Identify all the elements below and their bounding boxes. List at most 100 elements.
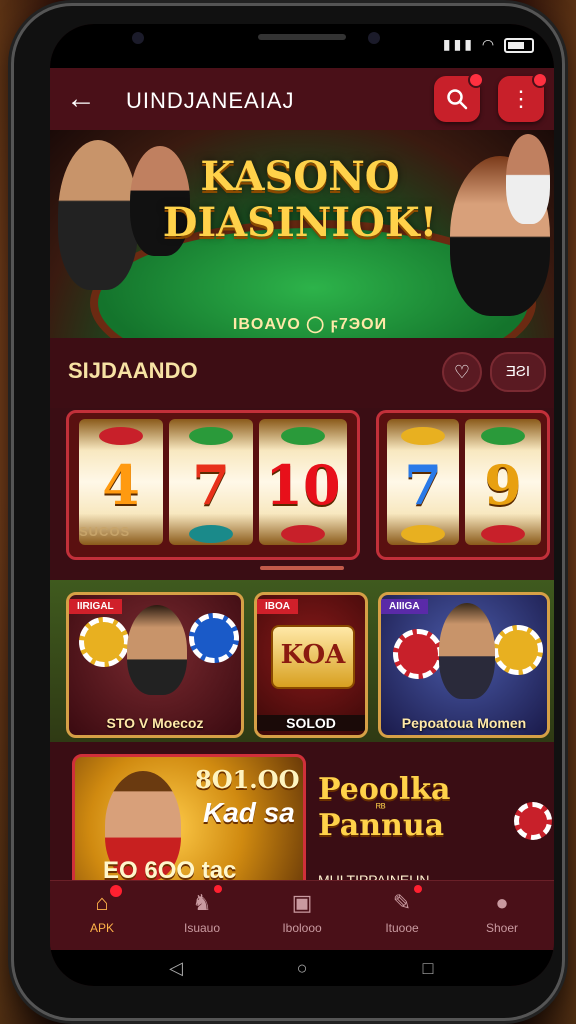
notification-dot — [468, 72, 484, 88]
games-carousel[interactable]: IIRIGAL STO V Moecoz IBOA KOA SOLOD AIII… — [50, 580, 554, 742]
section-header: SIJDAANDO ♡ ƎƧI — [50, 338, 554, 408]
phone-frame: ▮▮▮ ◠ ← UINDJANEAIAJ ⋮ KASONO DIASINIOK!… — [14, 6, 562, 1018]
game-label: STO V Moecoz — [106, 715, 204, 731]
reel-number: 7 — [404, 453, 442, 517]
nav-label: Ibolooo — [282, 921, 322, 935]
slot-symbol — [401, 525, 445, 543]
search-button[interactable] — [434, 72, 484, 122]
host-figure — [127, 605, 187, 695]
game-card[interactable]: IIRIGAL STO V Moecoz — [66, 592, 244, 738]
more-menu-button[interactable]: ⋮ — [498, 72, 548, 122]
hero-banner[interactable]: KASONO DIASINIOK! IBOAVO ◯ ϝ7ЭOИ — [50, 130, 554, 338]
user-icon: ● — [495, 890, 509, 915]
reel-number: 10 — [265, 453, 341, 517]
speaker-notch — [258, 34, 346, 40]
favorite-button[interactable]: ♡ — [442, 352, 482, 392]
more-vertical-icon: ⋮ — [510, 86, 532, 111]
slots-carousel[interactable]: 4 7 10 SUCOS 7 9 — [50, 408, 554, 560]
slot-symbol — [189, 525, 233, 543]
system-back-icon[interactable]: ◁ — [164, 956, 188, 980]
chip-icon — [514, 802, 552, 840]
nav-label: Ituooe — [385, 921, 419, 935]
notification-dot — [414, 885, 422, 893]
status-icons: ▮▮▮ ◠ — [443, 36, 534, 53]
game-label: Pepoatoua Momen — [401, 715, 527, 731]
megaphone-icon: ✎ — [388, 885, 422, 917]
slot-reel: 7 — [387, 419, 459, 545]
slot-reel: 9 — [465, 419, 541, 545]
promo-amount: 8O1.OO — [195, 765, 300, 794]
game-card[interactable]: AIIIGA Pepoatoua Momen — [378, 592, 550, 738]
host-figure — [439, 603, 495, 699]
game-emblem: KOA — [271, 625, 355, 689]
screen: ▮▮▮ ◠ ← UINDJANEAIAJ ⋮ KASONO DIASINIOK!… — [50, 24, 554, 986]
slot-label: SUCOS — [79, 524, 131, 539]
banner-title: KASONO DIASINIOK! — [150, 154, 450, 246]
reel-number: 4 — [102, 453, 140, 517]
game-card[interactable]: IBOA KOA SOLOD — [254, 592, 368, 738]
slot-reel: 7 — [169, 419, 253, 545]
nav-label: Isuauo — [183, 921, 221, 935]
game-label: SOLOD — [257, 715, 365, 731]
nav-label: Shoer — [485, 921, 519, 935]
status-bar: ▮▮▮ ◠ — [50, 24, 554, 68]
nav-item-promo[interactable]: ✎ Ituooe — [352, 885, 452, 945]
bottom-nav: ⌂ APK ♞ Isuauo ▣ Ibolooo ✎ Ituooe ● Shoe… — [50, 880, 554, 951]
reel-number: 9 — [484, 453, 522, 517]
slot-symbol — [189, 427, 233, 445]
notification-dot — [214, 885, 222, 893]
chip-icon — [79, 617, 129, 667]
slot-card[interactable]: 4 7 10 SUCOS — [66, 410, 360, 560]
signal-icon: ▮▮▮ — [442, 36, 475, 52]
slot-reel: 10 — [259, 419, 347, 545]
slot-card[interactable]: 7 9 — [376, 410, 550, 560]
search-icon — [447, 89, 468, 110]
carousel-indicator — [260, 566, 344, 570]
game-ribbon: AIIIGA — [381, 599, 428, 614]
slot-symbol — [481, 427, 525, 445]
section-title: SIJDAANDO — [68, 358, 198, 383]
player-figure — [58, 140, 138, 290]
game-ribbon: IBOA — [257, 599, 298, 614]
wifi-icon: ◠ — [481, 36, 498, 52]
camera-icon — [132, 32, 144, 44]
nav-item-apk[interactable]: ⌂ APK — [52, 885, 152, 945]
slot-symbol — [401, 427, 445, 445]
heart-icon: ♡ — [453, 362, 471, 382]
banner-title-line: KASONO — [200, 153, 400, 200]
slot-symbol — [281, 525, 325, 543]
player-figure — [506, 134, 550, 224]
nav-item-deposit[interactable]: ♞ Isuauo — [152, 885, 252, 945]
app-bar: ← UINDJANEAIAJ ⋮ — [50, 68, 554, 130]
banner-subtitle: IBOAVO ◯ ϝ7ЭOИ — [232, 316, 388, 333]
system-nav-bar: ◁ ○ □ — [50, 950, 554, 986]
count-badge[interactable]: ƎƧI — [490, 352, 546, 392]
slot-symbol — [281, 427, 325, 445]
reel-number: 7 — [192, 453, 230, 517]
game-ribbon: IIRIGAL — [69, 599, 122, 614]
slot-symbol — [99, 427, 143, 445]
back-arrow-icon[interactable]: ← — [66, 82, 100, 116]
promo-title: Kad sa — [203, 797, 295, 828]
notification-dot — [110, 885, 122, 897]
promo-card[interactable]: 8O1.OO Kad sa EO 6OO tac — [72, 754, 306, 900]
banner-title-line: DIASINIOK! — [162, 199, 438, 246]
promo-section: 8O1.OO Kad sa EO 6OO tac Peoolka Pannua … — [50, 742, 554, 902]
battery-icon — [504, 37, 534, 53]
game-emblem-text: KOA — [280, 640, 346, 670]
chip-icon — [393, 629, 443, 679]
home-icon: ⌂ — [88, 885, 122, 917]
chip-icon — [493, 625, 543, 675]
system-recents-icon[interactable]: □ — [416, 956, 440, 980]
sensor-icon — [368, 32, 380, 44]
chip-icon — [189, 613, 239, 663]
slot-symbol — [481, 525, 525, 543]
nav-label: APK — [89, 921, 114, 935]
piggy-bank-icon: ♞ — [188, 885, 222, 917]
page-title: UINDJANEAIAJ — [126, 88, 295, 113]
system-home-icon[interactable]: ○ — [290, 956, 314, 980]
notification-dot — [532, 72, 548, 88]
nav-item-profile[interactable]: ● Shoer — [452, 889, 552, 945]
promo-side-small: ᴿᴮ — [376, 802, 386, 814]
nav-item-bonus[interactable]: ▣ Ibolooo — [252, 889, 352, 945]
